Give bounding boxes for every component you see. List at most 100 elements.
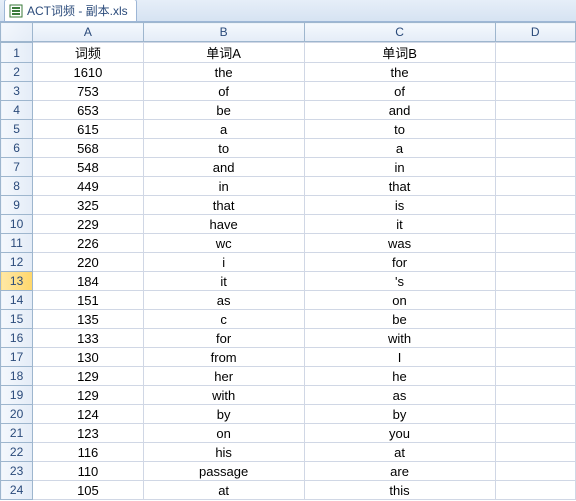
cell[interactable] [495,272,575,291]
row-number[interactable]: 18 [1,367,33,386]
cell[interactable] [495,43,575,63]
cell[interactable]: 129 [33,386,144,405]
cell[interactable] [495,462,575,481]
cell[interactable]: 653 [33,101,144,120]
row-number[interactable]: 9 [1,196,33,215]
spreadsheet-grid[interactable]: A B C D 1词频单词A单词B21610thethe3753ofof4653… [0,22,576,500]
cell[interactable]: 615 [33,120,144,139]
cell[interactable]: at [304,443,495,462]
cell[interactable]: with [304,329,495,348]
cell[interactable]: 129 [33,367,144,386]
cell[interactable] [495,196,575,215]
cell[interactable]: that [143,196,304,215]
cell[interactable]: I [304,348,495,367]
cell[interactable]: it [143,272,304,291]
cell[interactable] [495,101,575,120]
cell[interactable] [495,405,575,424]
cell[interactable]: 449 [33,177,144,196]
row-number[interactable]: 16 [1,329,33,348]
cell[interactable] [495,386,575,405]
cell[interactable]: 135 [33,310,144,329]
cell[interactable] [495,120,575,139]
row-number[interactable]: 20 [1,405,33,424]
cell[interactable]: 123 [33,424,144,443]
cell[interactable]: i [143,253,304,272]
cell[interactable]: 325 [33,196,144,215]
cell[interactable]: from [143,348,304,367]
cell[interactable]: as [143,291,304,310]
cell[interactable]: the [304,63,495,82]
cell[interactable]: 568 [33,139,144,158]
row-number[interactable]: 15 [1,310,33,329]
cell[interactable] [495,443,575,462]
row-number[interactable]: 19 [1,386,33,405]
column-header-A[interactable]: A [33,23,144,42]
cell[interactable]: by [143,405,304,424]
cell[interactable]: by [304,405,495,424]
row-number[interactable]: 2 [1,63,33,82]
cell[interactable]: in [143,177,304,196]
cell[interactable] [495,329,575,348]
cell[interactable] [495,158,575,177]
cell[interactable]: be [304,310,495,329]
cell[interactable]: his [143,443,304,462]
cell[interactable]: 词频 [33,43,144,63]
cell[interactable] [495,424,575,443]
cell[interactable]: with [143,386,304,405]
cell[interactable]: 1610 [33,63,144,82]
cell[interactable]: he [304,367,495,386]
row-number[interactable]: 14 [1,291,33,310]
cell[interactable]: 226 [33,234,144,253]
cell[interactable]: 105 [33,481,144,500]
cell[interactable]: in [304,158,495,177]
cell[interactable]: that [304,177,495,196]
row-number[interactable]: 17 [1,348,33,367]
cell[interactable]: 133 [33,329,144,348]
cell[interactable]: are [304,462,495,481]
cell[interactable]: at [143,481,304,500]
row-number[interactable]: 6 [1,139,33,158]
row-number[interactable]: 24 [1,481,33,500]
cell[interactable]: 753 [33,82,144,101]
cell[interactable] [495,310,575,329]
cell[interactable]: 548 [33,158,144,177]
cell[interactable]: a [304,139,495,158]
row-number[interactable]: 5 [1,120,33,139]
cell[interactable]: and [143,158,304,177]
row-number[interactable]: 8 [1,177,33,196]
cell[interactable]: this [304,481,495,500]
cell[interactable]: the [143,63,304,82]
cell[interactable] [495,367,575,386]
cell[interactable]: 's [304,272,495,291]
cell[interactable] [495,215,575,234]
select-all-corner[interactable] [1,23,33,42]
cell[interactable]: c [143,310,304,329]
row-number[interactable]: 11 [1,234,33,253]
column-header-C[interactable]: C [304,23,495,42]
cell[interactable] [495,139,575,158]
cell[interactable]: 184 [33,272,144,291]
cell[interactable]: wc [143,234,304,253]
cell[interactable]: you [304,424,495,443]
row-number[interactable]: 21 [1,424,33,443]
row-number[interactable]: 12 [1,253,33,272]
row-number[interactable]: 10 [1,215,33,234]
cell[interactable]: on [304,291,495,310]
cell[interactable]: to [143,139,304,158]
cell[interactable]: 116 [33,443,144,462]
cell[interactable]: 130 [33,348,144,367]
cell[interactable]: her [143,367,304,386]
row-number[interactable]: 23 [1,462,33,481]
row-number[interactable]: 7 [1,158,33,177]
cell[interactable] [495,348,575,367]
cell[interactable]: for [143,329,304,348]
row-number[interactable]: 3 [1,82,33,101]
cell[interactable]: as [304,386,495,405]
column-header-D[interactable]: D [495,23,575,42]
cell[interactable]: 220 [33,253,144,272]
cell[interactable]: for [304,253,495,272]
cell[interactable]: 124 [33,405,144,424]
cell[interactable]: 151 [33,291,144,310]
cell[interactable]: 229 [33,215,144,234]
document-tab[interactable]: ACT词频 - 副本.xls [4,0,137,21]
